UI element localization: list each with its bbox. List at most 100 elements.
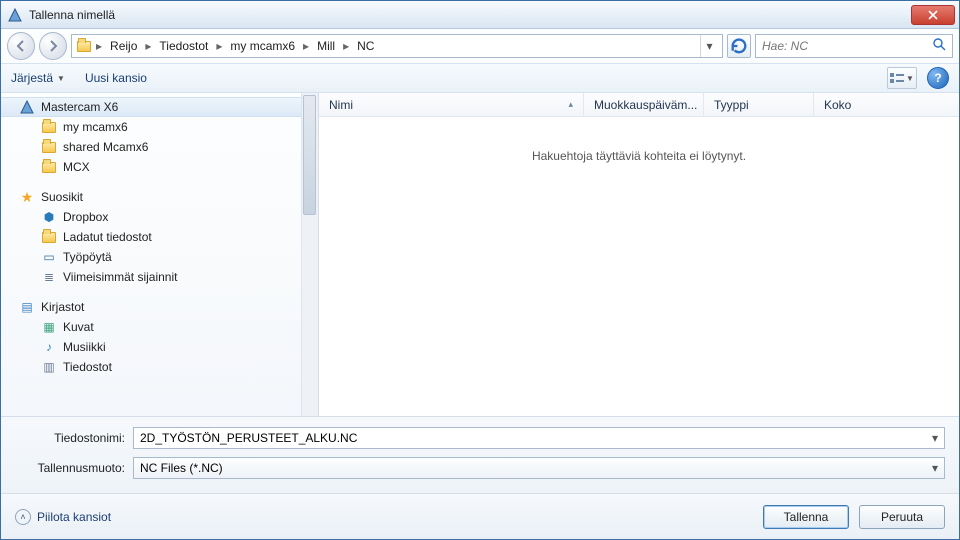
save-as-dialog: Tallenna nimellä ▸ Reijo ▸ Tiedostot ▸ m… — [0, 0, 960, 540]
organize-label: Järjestä — [11, 71, 53, 85]
tree-label: MCX — [63, 160, 90, 174]
tree-label: Musiikki — [63, 340, 106, 354]
tree-item[interactable]: MCX — [1, 157, 318, 177]
chevron-right-icon: ▸ — [301, 39, 311, 53]
column-type[interactable]: Tyyppi — [704, 93, 814, 116]
tree-item[interactable]: ♪ Musiikki — [1, 337, 318, 357]
close-button[interactable] — [911, 5, 955, 25]
filename-field[interactable]: ▾ — [133, 427, 945, 449]
breadcrumb-dropdown[interactable]: ▾ — [700, 35, 718, 57]
breadcrumb-item[interactable]: Reijo — [106, 39, 141, 53]
dropbox-icon: ⬢ — [41, 209, 57, 225]
empty-list-message: Hakuehtoja täyttäviä kohteita ei löytyny… — [319, 149, 959, 163]
organize-menu[interactable]: Järjestä ▼ — [11, 71, 65, 85]
app-icon — [19, 99, 35, 115]
tree-item[interactable]: ▥ Tiedostot — [1, 357, 318, 377]
chevron-right-icon: ▸ — [94, 39, 104, 53]
hide-folders-label: Piilota kansiot — [37, 510, 111, 524]
breadcrumb-item[interactable]: my mcamx6 — [226, 39, 299, 53]
documents-icon: ▥ — [41, 359, 57, 375]
scrollbar-thumb[interactable] — [303, 95, 316, 215]
tree-favorites[interactable]: ★ Suosikit — [1, 187, 318, 207]
chevron-down-icon[interactable]: ▾ — [926, 431, 938, 445]
chevron-right-icon: ▸ — [341, 39, 351, 53]
folder-icon — [76, 38, 92, 54]
column-modified[interactable]: Muokkauspäiväm... — [584, 93, 704, 116]
tree-label: Suosikit — [41, 190, 83, 204]
tree-item[interactable]: ▦ Kuvat — [1, 317, 318, 337]
forward-button[interactable] — [39, 32, 67, 60]
help-button[interactable]: ? — [927, 67, 949, 89]
window-title: Tallenna nimellä — [29, 8, 911, 22]
tree-label: Kuvat — [63, 320, 94, 334]
breadcrumb[interactable]: ▸ Reijo ▸ Tiedostot ▸ my mcamx6 ▸ Mill ▸… — [71, 34, 723, 58]
dialog-footer: ˄ Piilota kansiot Tallenna Peruuta — [1, 493, 959, 539]
tree-item[interactable]: shared Mcamx6 — [1, 137, 318, 157]
tree-label: Dropbox — [63, 210, 108, 224]
filetype-label: Tallennusmuoto: — [15, 461, 133, 475]
tree-item[interactable]: ▭ Työpöytä — [1, 247, 318, 267]
sidebar-scrollbar[interactable] — [301, 93, 318, 416]
titlebar: Tallenna nimellä — [1, 1, 959, 29]
save-fields: Tiedostonimi: ▾ Tallennusmuoto: NC Files… — [1, 416, 959, 493]
dialog-body: Mastercam X6 my mcamx6 shared Mcamx6 MCX… — [1, 93, 959, 416]
navbar: ▸ Reijo ▸ Tiedostot ▸ my mcamx6 ▸ Mill ▸… — [1, 29, 959, 63]
sort-asc-icon: ▴ — [568, 99, 573, 110]
breadcrumb-item[interactable]: Tiedostot — [155, 39, 212, 53]
back-button[interactable] — [7, 32, 35, 60]
column-label: Nimi — [329, 98, 353, 112]
column-label: Tyyppi — [714, 98, 749, 112]
tree-label: Kirjastot — [41, 300, 84, 314]
filetype-dropdown[interactable]: NC Files (*.NC) ▾ — [133, 457, 945, 479]
tree-item[interactable]: ≣ Viimeisimmät sijainnit — [1, 267, 318, 287]
tree-root-mastercam[interactable]: Mastercam X6 — [1, 97, 318, 117]
desktop-icon: ▭ — [41, 249, 57, 265]
tree-item[interactable]: ⬢ Dropbox — [1, 207, 318, 227]
new-folder-button[interactable]: Uusi kansio — [85, 71, 147, 85]
filename-input[interactable] — [140, 431, 926, 445]
pictures-icon: ▦ — [41, 319, 57, 335]
chevron-up-icon: ˄ — [15, 509, 31, 525]
column-name[interactable]: Nimi ▴ — [319, 93, 584, 116]
column-label: Muokkauspäiväm... — [594, 98, 697, 112]
folder-tree-sidebar: Mastercam X6 my mcamx6 shared Mcamx6 MCX… — [1, 93, 319, 416]
breadcrumb-item[interactable]: NC — [353, 39, 378, 53]
tree-item[interactable]: Ladatut tiedostot — [1, 227, 318, 247]
tree-label: Mastercam X6 — [41, 100, 118, 114]
cancel-label: Peruuta — [881, 510, 923, 524]
save-label: Tallenna — [784, 510, 829, 524]
tree-label: shared Mcamx6 — [63, 140, 148, 154]
tree-label: Työpöytä — [63, 250, 112, 264]
folder-icon — [41, 119, 57, 135]
column-label: Koko — [824, 98, 851, 112]
chevron-right-icon: ▸ — [214, 39, 224, 53]
breadcrumb-item[interactable]: Mill — [313, 39, 339, 53]
search-input[interactable] — [762, 39, 933, 53]
chevron-right-icon: ▸ — [143, 39, 153, 53]
view-options-button[interactable]: ▼ — [887, 67, 917, 89]
toolbar: Järjestä ▼ Uusi kansio ▼ ? — [1, 63, 959, 93]
music-icon: ♪ — [41, 339, 57, 355]
chevron-down-icon[interactable]: ▾ — [926, 461, 938, 475]
star-icon: ★ — [19, 189, 35, 205]
chevron-down-icon: ▼ — [906, 74, 914, 83]
chevron-down-icon: ▼ — [57, 74, 65, 83]
hide-folders-link[interactable]: ˄ Piilota kansiot — [15, 509, 111, 525]
column-size[interactable]: Koko — [814, 93, 959, 116]
filename-label: Tiedostonimi: — [15, 431, 133, 445]
recent-icon: ≣ — [41, 269, 57, 285]
folder-icon — [41, 139, 57, 155]
tree-label: Tiedostot — [63, 360, 112, 374]
tree-label: Ladatut tiedostot — [63, 230, 152, 244]
search-icon — [933, 38, 946, 54]
downloads-icon — [41, 229, 57, 245]
refresh-button[interactable] — [727, 34, 751, 58]
tree-label: Viimeisimmät sijainnit — [63, 270, 177, 284]
cancel-button[interactable]: Peruuta — [859, 505, 945, 529]
search-box[interactable] — [755, 34, 953, 58]
filetype-value: NC Files (*.NC) — [140, 461, 926, 475]
file-list-area: Nimi ▴ Muokkauspäiväm... Tyyppi Koko Haku… — [319, 93, 959, 416]
tree-libraries[interactable]: ▤Kirjastot — [1, 297, 318, 317]
save-button[interactable]: Tallenna — [763, 505, 849, 529]
tree-item[interactable]: my mcamx6 — [1, 117, 318, 137]
